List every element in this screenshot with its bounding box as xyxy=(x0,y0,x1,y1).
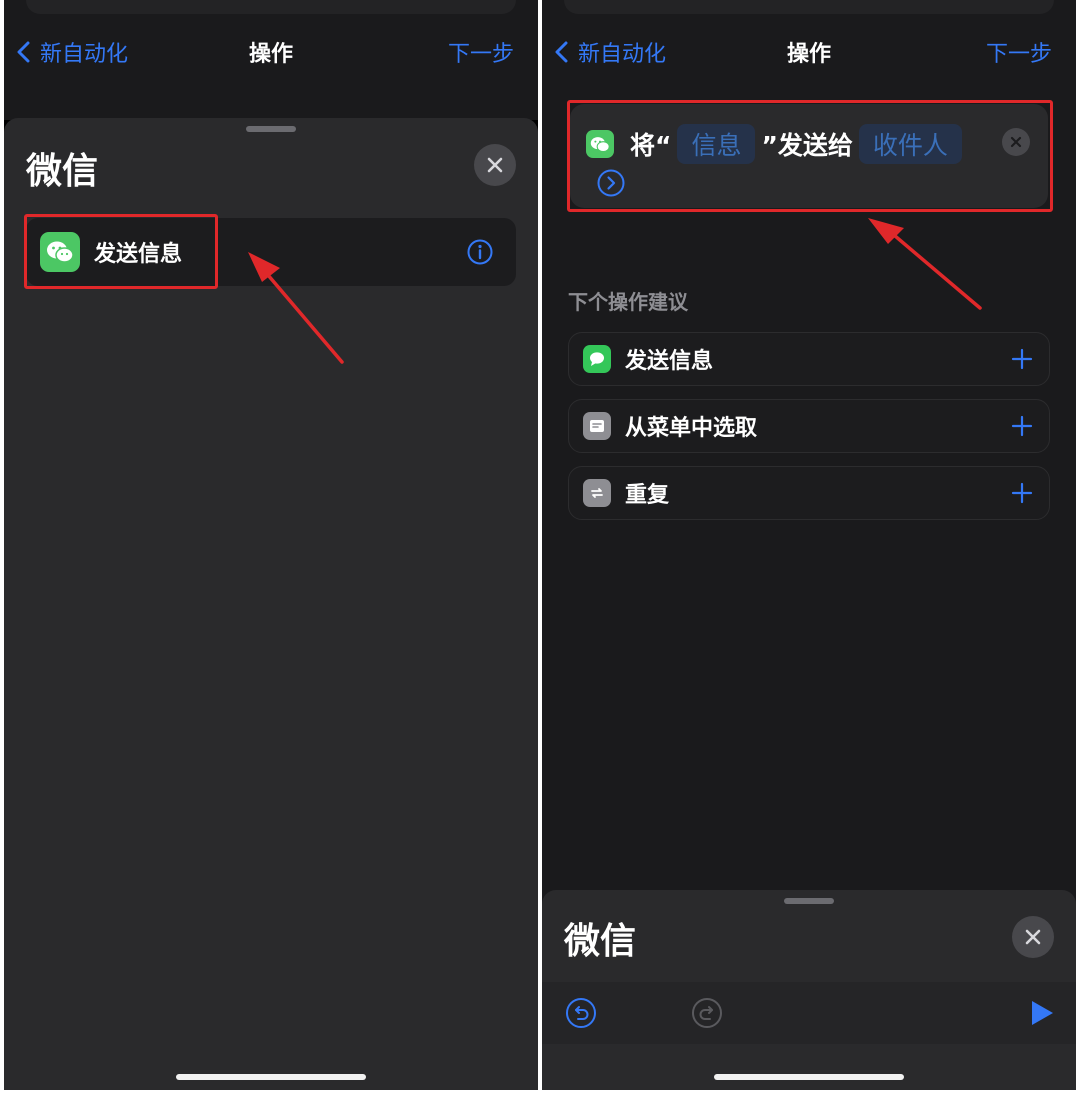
suggestions-header: 下个操作建议 xyxy=(568,290,688,314)
wechat-bottom-sheet: 微信 xyxy=(542,890,1076,1090)
wechat-icon xyxy=(40,232,80,272)
close-icon xyxy=(1025,929,1041,945)
suggestion-label: 从菜单中选取 xyxy=(625,416,758,441)
next-button[interactable]: 下一步 xyxy=(448,36,514,68)
home-indicator xyxy=(176,1074,366,1080)
menu-icon xyxy=(583,412,611,440)
suggestion-choose-from-menu[interactable]: 从菜单中选取 xyxy=(568,399,1050,453)
suggestion-repeat[interactable]: 重复 xyxy=(568,466,1050,520)
back-label: 新自动化 xyxy=(40,42,129,67)
close-icon xyxy=(487,157,503,173)
wechat-actions-sheet: 微信 发送信息 xyxy=(4,118,538,1090)
right-screenshot: 新自动化 操作 下一步 将“ 信息 ”发送给 收件人 下个操作建议 发送信息 从… xyxy=(542,0,1076,1090)
message-token[interactable]: 信息 xyxy=(677,124,756,164)
recipient-token[interactable]: 收件人 xyxy=(858,124,962,164)
next-button[interactable]: 下一步 xyxy=(986,36,1052,68)
sheet-title: 微信 xyxy=(26,151,99,192)
add-icon[interactable] xyxy=(1009,480,1035,506)
close-icon xyxy=(1010,136,1022,148)
undo-icon[interactable] xyxy=(564,996,598,1030)
add-icon[interactable] xyxy=(1009,413,1035,439)
close-sheet-button[interactable] xyxy=(474,144,516,186)
sheet-grabber[interactable] xyxy=(784,898,834,904)
send-message-action[interactable]: 发送信息 xyxy=(26,218,516,286)
expand-chevron-icon[interactable] xyxy=(596,168,626,198)
back-label: 新自动化 xyxy=(578,42,667,67)
chevron-left-icon xyxy=(555,41,568,63)
close-sheet-button[interactable] xyxy=(1012,916,1054,958)
action-label: 发送信息 xyxy=(94,242,183,267)
suggestion-label: 重复 xyxy=(625,483,670,508)
sentence-prefix: 将“ xyxy=(630,131,672,160)
background-card-edge xyxy=(26,0,516,14)
action-sentence: 将“ 信息 ”发送给 收件人 xyxy=(630,124,968,164)
suggestion-label: 发送信息 xyxy=(625,349,714,374)
wechat-icon xyxy=(586,130,614,158)
back-button[interactable]: 新自动化 xyxy=(16,34,128,70)
messages-icon xyxy=(583,345,611,373)
chevron-left-icon xyxy=(17,41,30,63)
add-icon[interactable] xyxy=(1009,346,1035,372)
editor-toolbar xyxy=(542,982,1076,1044)
sheet-title: 微信 xyxy=(564,921,637,962)
home-indicator xyxy=(714,1074,904,1080)
left-screenshot: 新自动化 操作 下一步 微信 发送信息 xyxy=(4,0,538,1090)
back-button[interactable]: 新自动化 xyxy=(554,34,666,70)
play-icon[interactable] xyxy=(1024,996,1058,1030)
redo-icon[interactable] xyxy=(690,996,724,1030)
remove-action-button[interactable] xyxy=(1002,128,1030,156)
info-icon[interactable] xyxy=(466,238,494,266)
send-message-action-card[interactable]: 将“ 信息 ”发送给 收件人 xyxy=(570,104,1048,208)
repeat-icon xyxy=(583,479,611,507)
suggestion-send-message[interactable]: 发送信息 xyxy=(568,332,1050,386)
sentence-middle: ”发送给 xyxy=(761,131,853,160)
sheet-grabber[interactable] xyxy=(246,126,296,132)
background-card-edge xyxy=(564,0,1054,14)
